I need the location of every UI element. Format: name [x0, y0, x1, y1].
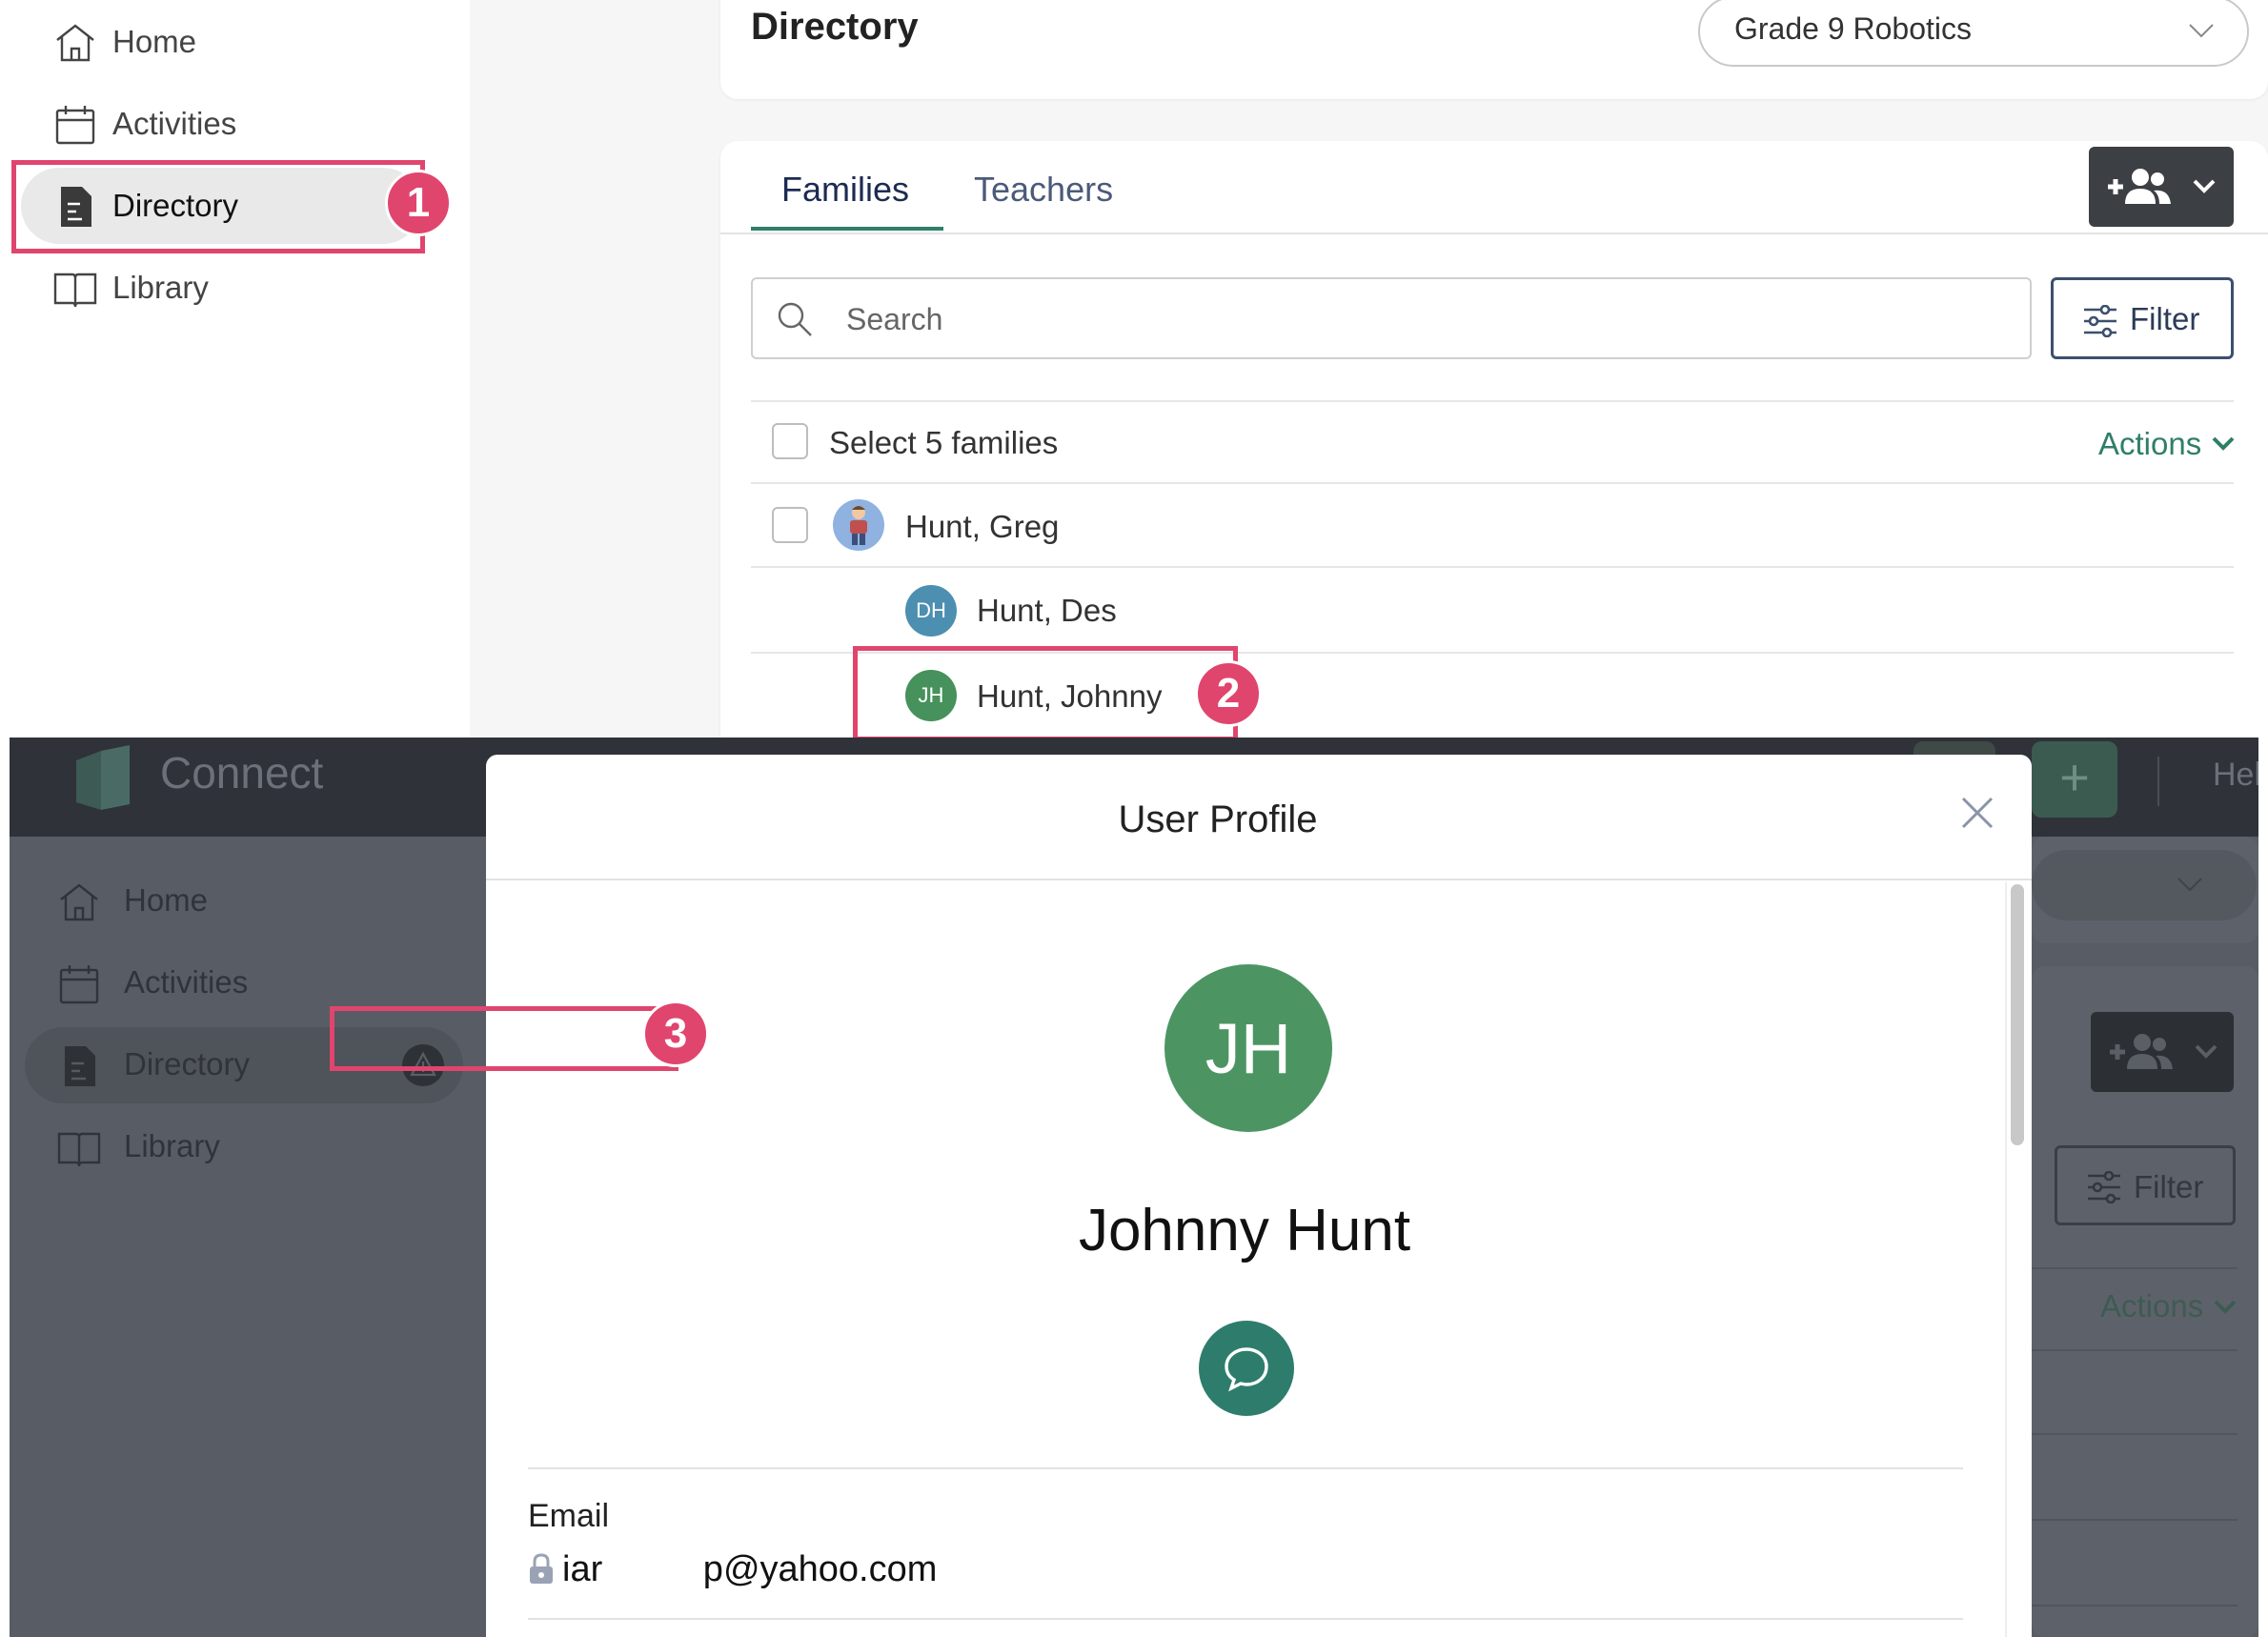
sidebar-item-library[interactable]: Library — [21, 250, 421, 326]
filter-button[interactable]: Filter — [2051, 277, 2234, 359]
close-icon[interactable] — [1959, 795, 1995, 831]
filter-label: Filter — [2130, 301, 2200, 336]
divider — [751, 482, 2234, 484]
class-select[interactable] — [2032, 850, 2257, 920]
member-name[interactable]: Hunt, Des — [977, 593, 1117, 629]
sidebar-item-home[interactable]: Home — [25, 863, 463, 940]
divider — [2032, 1433, 2238, 1435]
document-icon — [65, 1046, 95, 1086]
sidebar: Home Activities Directory Library — [0, 0, 470, 738]
divider — [2032, 1267, 2238, 1269]
divider — [751, 400, 2234, 402]
sidebar-item-label: Home — [112, 24, 197, 59]
tab-divider — [720, 232, 2268, 234]
directory-screen: Home Activities Directory Library Direct… — [0, 0, 2268, 738]
sidebar-item-activities[interactable]: Activities — [21, 86, 421, 162]
modal-header-divider — [486, 879, 2032, 880]
chevron-down-icon — [2214, 1300, 2237, 1314]
search-placeholder: Search — [846, 302, 943, 336]
header-divider — [2157, 757, 2159, 806]
logo-icon — [76, 745, 130, 810]
profile-screen: Connect + Hel Home Activities Directory … — [10, 738, 2258, 1637]
chevron-down-icon — [2189, 24, 2214, 38]
calendar-icon — [55, 106, 95, 145]
filter-button[interactable]: Filter — [2055, 1145, 2236, 1225]
sidebar-item-label: Activities — [112, 106, 237, 141]
home-icon — [56, 24, 94, 62]
chevron-down-icon — [2193, 179, 2216, 193]
sliders-icon — [2088, 1171, 2120, 1203]
callout-badge: 1 — [385, 170, 452, 236]
book-icon — [57, 1132, 101, 1167]
chevron-down-icon — [2212, 436, 2235, 451]
highlight-box — [330, 1006, 678, 1071]
scrollbar[interactable] — [2011, 884, 2024, 1145]
class-select-value: Grade 9 Robotics — [1734, 11, 1973, 46]
book-icon — [53, 273, 97, 308]
chevron-down-icon — [2177, 878, 2202, 892]
scroll-track — [2005, 882, 2007, 1637]
active-tab-indicator — [751, 227, 943, 231]
search-input[interactable]: Search — [751, 277, 2032, 359]
divider — [751, 566, 2234, 568]
profile-name: Johnny Hunt — [1078, 1198, 1411, 1263]
sliders-icon — [2084, 305, 2116, 337]
profile-avatar: JH — [1164, 964, 1332, 1132]
header-add-button[interactable]: + — [2032, 741, 2117, 818]
select-all-label: Select 5 families — [829, 425, 1059, 460]
sidebar-item-library[interactable]: Library — [25, 1109, 463, 1185]
sidebar-item-home[interactable]: Home — [21, 4, 421, 80]
highlight-box — [853, 646, 1238, 738]
add-member-button[interactable] — [2091, 1012, 2234, 1092]
family-checkbox[interactable] — [772, 507, 808, 543]
divider — [2032, 1519, 2238, 1521]
avatar — [833, 499, 884, 551]
calendar-icon — [59, 965, 99, 1004]
email-value[interactable]: iar p@yahoo.com — [562, 1549, 937, 1590]
modal-title: User Profile — [1118, 798, 1318, 840]
home-icon — [60, 883, 98, 921]
section-divider — [528, 1618, 1963, 1620]
actions-menu[interactable]: Actions — [2098, 426, 2201, 462]
chat-bubble-icon — [1225, 1347, 1268, 1392]
message-button[interactable] — [1199, 1321, 1294, 1416]
sidebar-item-label: Library — [124, 1128, 220, 1163]
callout-badge: 2 — [1195, 660, 1262, 727]
family-name[interactable]: Hunt, Greg — [905, 509, 1059, 545]
section-divider — [528, 1467, 1963, 1469]
email-label: Email — [528, 1498, 610, 1534]
actions-menu[interactable]: Actions — [2100, 1288, 2203, 1324]
highlight-box — [11, 160, 425, 253]
tab-families[interactable]: Families — [781, 170, 909, 210]
page-title: Directory — [751, 6, 919, 48]
add-people-icon — [2110, 1034, 2173, 1069]
lock-icon — [530, 1553, 553, 1584]
sidebar-item-label: Library — [112, 270, 209, 305]
add-member-button[interactable] — [2089, 147, 2234, 227]
add-people-icon — [2108, 169, 2171, 204]
divider — [2032, 1349, 2238, 1351]
chevron-down-icon — [2195, 1044, 2217, 1059]
person-illustration-icon — [850, 506, 867, 545]
sidebar-item-label: Home — [124, 882, 209, 918]
class-select[interactable]: Grade 9 Robotics — [1698, 0, 2249, 67]
help-link[interactable]: Hel — [2213, 757, 2258, 794]
tab-teachers[interactable]: Teachers — [974, 170, 1113, 210]
avatar: DH — [905, 585, 957, 637]
select-all-checkbox[interactable] — [772, 423, 808, 459]
sidebar-item-label: Activities — [124, 964, 249, 1000]
search-icon — [778, 302, 812, 336]
filter-label: Filter — [2134, 1169, 2204, 1204]
app-name: Connect — [160, 748, 324, 798]
callout-badge: 3 — [642, 1000, 709, 1067]
user-profile-modal: User Profile JH Johnny Hunt Email iar p@… — [486, 755, 2032, 1637]
sidebar-item-label: Directory — [124, 1046, 251, 1081]
divider — [2032, 1605, 2238, 1607]
